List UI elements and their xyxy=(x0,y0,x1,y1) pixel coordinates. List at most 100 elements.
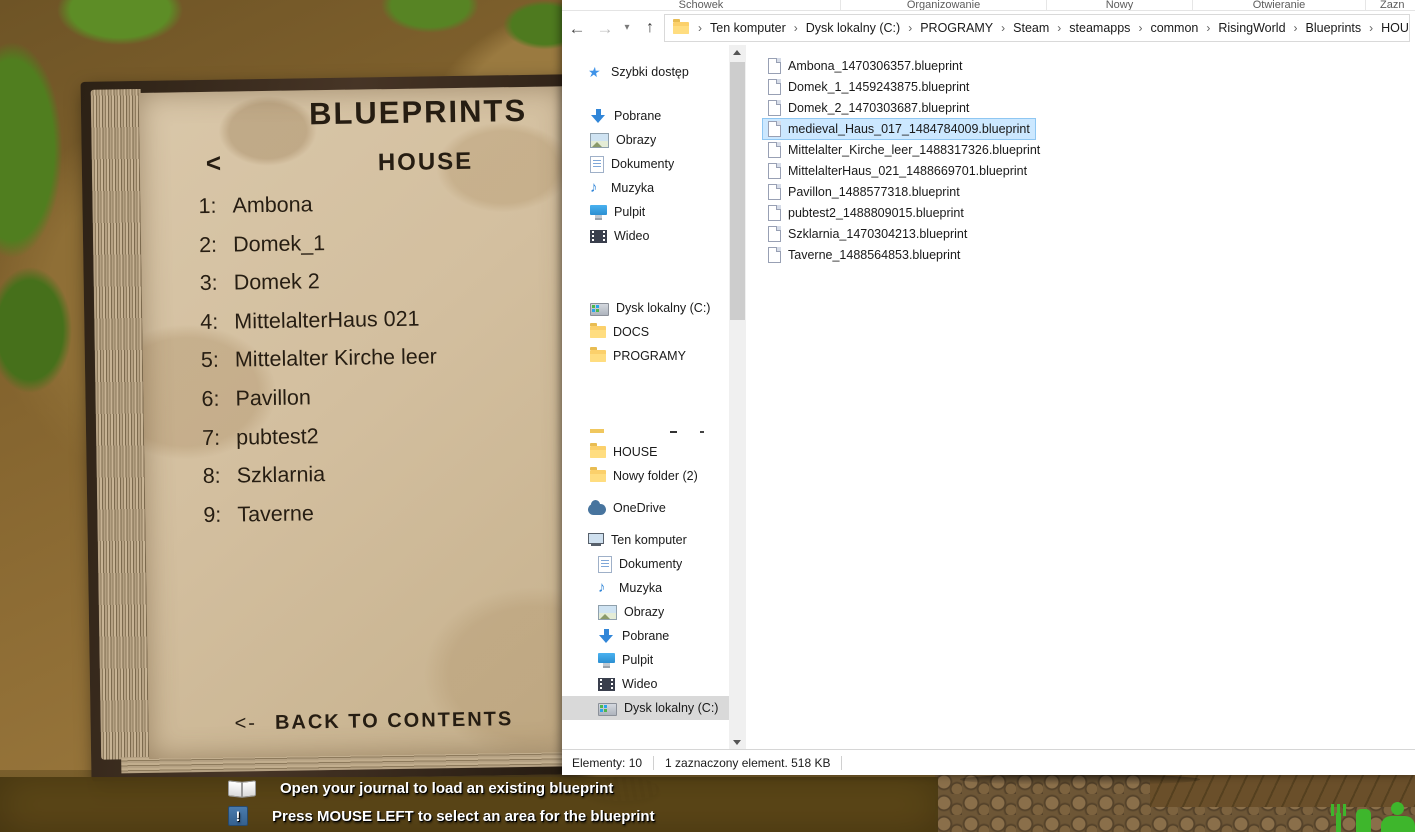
sidebar-item-downloads[interactable]: Pobrane xyxy=(562,104,729,128)
book-item[interactable]: 4:MittelalterHaus 021 xyxy=(200,304,551,348)
sidebar-item-pc-downloads[interactable]: Pobrane xyxy=(562,624,729,648)
breadcrumb-segment[interactable]: Dysk lokalny (C:) xyxy=(803,21,903,35)
hint-text: Press MOUSE LEFT to select an area for t… xyxy=(272,808,655,825)
ribbon-group-new: Nowy xyxy=(1047,0,1193,10)
book-item[interactable]: 3:Domek 2 xyxy=(200,266,551,310)
file-explorer-window: Schowek Organizowanie Nowy Otwieranie Za… xyxy=(562,0,1415,775)
sidebar-item-pictures[interactable]: Obrazy xyxy=(562,128,729,152)
up-button-icon[interactable]: ↑ xyxy=(636,20,664,36)
breadcrumb-segment[interactable]: Steam xyxy=(1010,21,1052,35)
back-to-contents-link[interactable]: <-BACK TO CONTENTS xyxy=(234,708,513,735)
hint-row-mouse: ! Press MOUSE LEFT to select an area for… xyxy=(228,806,655,826)
navigation-scrollbar[interactable] xyxy=(729,45,746,750)
scroll-up-icon[interactable] xyxy=(729,45,746,61)
selection-info: 1 zaznaczony element. 518 KB xyxy=(665,756,830,770)
file-row[interactable]: Mittelalter_Kirche_leer_1488317326.bluep… xyxy=(762,139,1046,161)
file-row[interactable]: MittelalterHaus_021_1488669701.blueprint xyxy=(762,160,1033,182)
book-item[interactable]: 6:Pavillon xyxy=(201,382,552,426)
sidebar-item-desktop[interactable]: Pulpit xyxy=(562,200,729,224)
items-count: Elementy: 10 xyxy=(572,756,642,770)
file-row[interactable]: Szklarnia_1470304213.blueprint xyxy=(762,223,973,245)
breadcrumb-chevron: › xyxy=(1364,21,1378,35)
breadcrumb-segment[interactable]: RisingWorld xyxy=(1215,21,1288,35)
documents-icon xyxy=(598,556,612,573)
back-button-icon[interactable]: ← xyxy=(562,20,592,37)
screen: BLUEPRINTS < HOUSE 1:Ambona 2:Domek_1 3:… xyxy=(0,0,1415,832)
file-row[interactable]: Ambona_1470306357.blueprint xyxy=(762,55,968,77)
sidebar-item-pc-documents[interactable]: Dokumenty xyxy=(562,552,729,576)
sidebar-item-documents[interactable]: Dokumenty xyxy=(562,152,729,176)
scroll-down-icon[interactable] xyxy=(729,734,746,750)
breadcrumb-segment[interactable]: Blueprints xyxy=(1303,21,1365,35)
sidebar-item-pc-music[interactable]: ♪ Muzyka xyxy=(562,576,729,600)
file-row[interactable]: Domek_2_1470303687.blueprint xyxy=(762,97,975,119)
book-item[interactable]: 7:pubtest2 xyxy=(202,420,553,464)
sidebar-item-new-folder[interactable]: Nowy folder (2) xyxy=(562,464,729,488)
book-item[interactable]: 1:Ambona xyxy=(198,189,549,233)
book-page: BLUEPRINTS < HOUSE 1:Ambona 2:Domek_1 3:… xyxy=(139,86,577,759)
file-row-selected[interactable]: medieval_Haus_017_1484784009.blueprint xyxy=(762,118,1036,140)
game-hint-bar: Open your journal to load an existing bl… xyxy=(0,777,938,832)
sidebar-item-pc-desktop[interactable]: Pulpit xyxy=(562,648,729,672)
sidebar-item-docs-folder[interactable]: DOCS xyxy=(562,320,729,344)
file-icon xyxy=(768,100,781,116)
sidebar-item-this-pc[interactable]: Ten komputer xyxy=(562,528,729,552)
breadcrumb-segment[interactable]: Ten komputer xyxy=(707,21,789,35)
ribbon-group-clipboard: Schowek xyxy=(562,0,841,10)
explorer-toolbar: ← → ▾ ↑ › Ten komputer › Dysk lokalny (C… xyxy=(562,11,1415,45)
book-title: BLUEPRINTS xyxy=(309,93,528,132)
book-item[interactable]: 8:Szklarnia xyxy=(203,459,554,503)
book-section-title: HOUSE xyxy=(378,148,474,177)
sidebar-item-quick-access[interactable]: ★ Szybki dostęp xyxy=(562,60,729,84)
breadcrumb-chevron: › xyxy=(1289,21,1303,35)
file-row[interactable]: pubtest2_1488809015.blueprint xyxy=(762,202,970,224)
breadcrumb-chevron: › xyxy=(1201,21,1215,35)
download-icon xyxy=(590,108,607,124)
window-drop-shadow xyxy=(960,774,1200,785)
sidebar-item-music[interactable]: ♪ Muzyka xyxy=(562,176,729,200)
folder-icon xyxy=(590,446,606,458)
status-separator xyxy=(841,756,842,770)
drive-icon xyxy=(590,303,609,316)
breadcrumb-chevron: › xyxy=(693,21,707,35)
history-dropdown-icon[interactable]: ▾ xyxy=(618,23,636,33)
desktop-icon xyxy=(590,205,607,219)
hunger-fork-icon xyxy=(1331,804,1349,832)
file-row[interactable]: Taverne_1488564853.blueprint xyxy=(762,244,966,266)
desktop-icon xyxy=(598,653,615,667)
status-separator xyxy=(653,756,654,770)
sidebar-item-house-folder[interactable]: HOUSE xyxy=(562,440,729,464)
breadcrumb-chevron: › xyxy=(1052,21,1066,35)
folder-icon xyxy=(590,326,606,338)
sidebar-item-pc-pictures[interactable]: Obrazy xyxy=(562,600,729,624)
sidebar-item-programy-folder[interactable]: PROGRAMY xyxy=(562,344,729,368)
book-back-arrow[interactable]: < xyxy=(206,148,222,179)
sidebar-item-pc-videos[interactable]: Wideo xyxy=(562,672,729,696)
file-icon xyxy=(768,121,781,137)
breadcrumb-segment[interactable]: steamapps xyxy=(1066,21,1133,35)
ribbon-group-open: Otwieranie xyxy=(1193,0,1366,10)
breadcrumb-segment[interactable]: common xyxy=(1147,21,1201,35)
ribbon-group-select: Zazn xyxy=(1366,0,1415,10)
forward-button-icon[interactable]: → xyxy=(592,20,618,37)
sidebar-item-videos[interactable]: Wideo xyxy=(562,224,729,248)
book-item[interactable]: 2:Domek_1 xyxy=(199,227,550,271)
navigation-pane: ★ Szybki dostęp Pobrane Obrazy Dokumenty… xyxy=(562,45,729,750)
file-icon xyxy=(768,226,781,242)
music-icon: ♪ xyxy=(598,580,612,596)
exclamation-icon: ! xyxy=(228,806,248,826)
breadcrumb-segment[interactable]: HOUSE xyxy=(1378,21,1410,35)
breadcrumb-chevron: › xyxy=(1133,21,1147,35)
breadcrumb-chevron: › xyxy=(903,21,917,35)
book-item[interactable]: 9:Taverne xyxy=(203,497,554,541)
breadcrumb-segment[interactable]: PROGRAMY xyxy=(917,21,996,35)
file-row[interactable]: Pavillon_1488577318.blueprint xyxy=(762,181,966,203)
file-row[interactable]: Domek_1_1459243875.blueprint xyxy=(762,76,975,98)
address-bar[interactable]: › Ten komputer › Dysk lokalny (C:) › PRO… xyxy=(664,14,1410,42)
sidebar-item-local-disk-pinned[interactable]: Dysk lokalny (C:) xyxy=(562,296,729,320)
sidebar-item-pc-local-disk[interactable]: Dysk lokalny (C:) xyxy=(562,696,729,720)
book-item[interactable]: 5:Mittelalter Kirche leer xyxy=(201,343,552,387)
video-icon xyxy=(590,230,607,243)
scrollbar-thumb[interactable] xyxy=(730,62,745,320)
sidebar-item-onedrive[interactable]: OneDrive xyxy=(562,496,729,520)
